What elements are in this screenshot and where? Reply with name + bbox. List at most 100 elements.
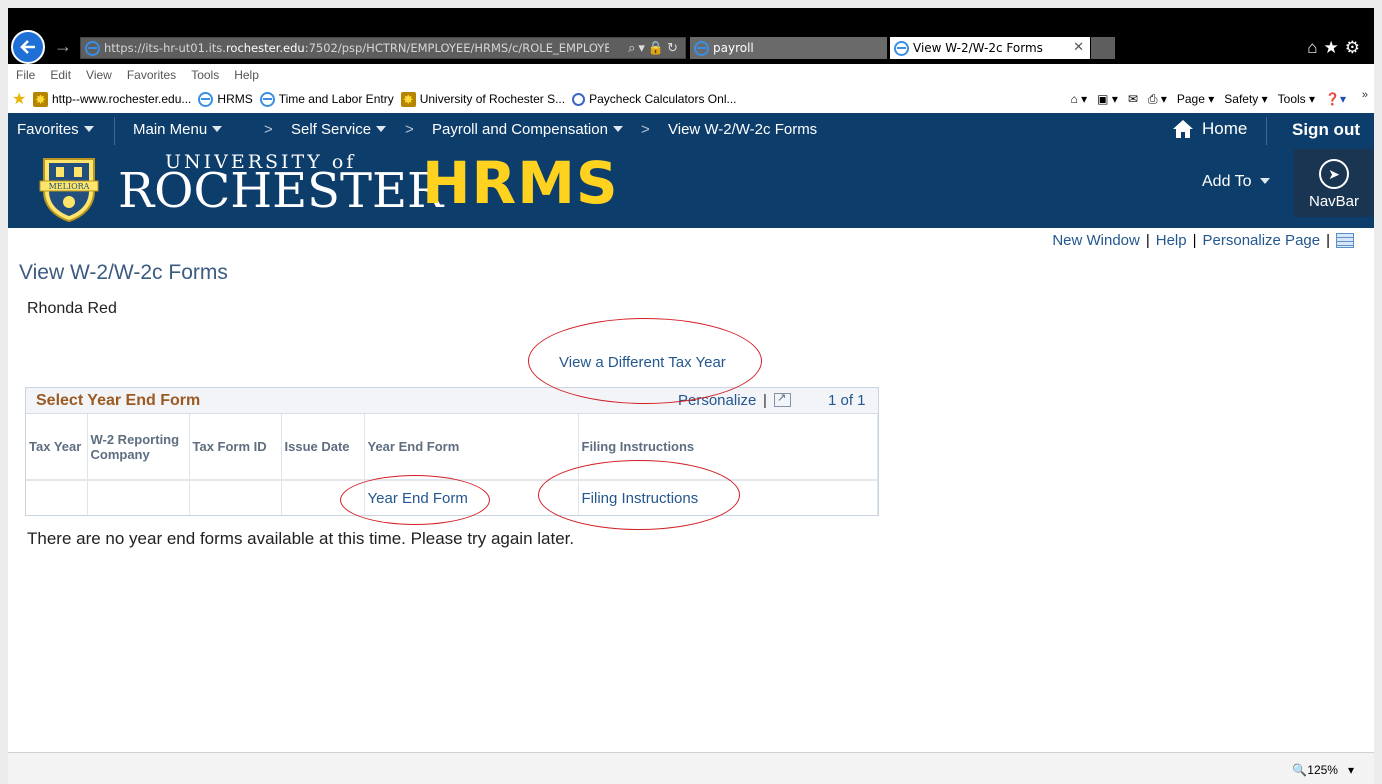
gear-icon[interactable]: ⚙ xyxy=(1345,38,1366,57)
page-menu[interactable]: Page ▾ xyxy=(1177,92,1214,106)
grid-header: Select Year End Form Personalize | 1 of … xyxy=(26,388,878,414)
favorite-link-paycheck[interactable]: Paycheck Calculators Onl... xyxy=(572,92,737,106)
chevron-down-icon xyxy=(212,126,223,132)
sun-icon xyxy=(400,91,416,107)
divider xyxy=(114,117,115,145)
annotation-circle xyxy=(538,460,740,530)
rochester-wordmark: ROCHESTER xyxy=(118,163,444,219)
favorite-link-rochester[interactable]: http--www.rochester.edu... xyxy=(33,91,191,107)
chevron-down-icon xyxy=(612,126,623,132)
nav-current-page[interactable]: View W-2/W-2c Forms xyxy=(668,121,817,138)
favorites-bar: ★ http--www.rochester.edu... HRMS Time a… xyxy=(8,87,1374,111)
ie-icon xyxy=(694,40,709,56)
university-seal-logo: MELIORA xyxy=(39,158,99,223)
column-header-tax-year: Tax Year xyxy=(26,414,88,481)
no-forms-message: There are no year end forms available at… xyxy=(27,529,575,548)
address-bar-tools[interactable]: ⌕▾🔒↻ xyxy=(628,40,681,56)
tab-payroll[interactable]: payroll xyxy=(690,37,887,59)
home-icon xyxy=(1173,120,1193,138)
ps-navigation-bar: Favorites Main Menu > Self Service > Pay… xyxy=(8,113,1374,147)
table-header-row: Tax Year W-2 Reporting Company Tax Form … xyxy=(26,414,878,481)
back-arrow-icon xyxy=(20,40,35,54)
browser-status-bar: 🔍125% ▾ xyxy=(8,752,1374,784)
annotation-circle xyxy=(528,318,762,404)
annotation-circle xyxy=(340,475,490,525)
column-header-year-end-form: Year End Form xyxy=(364,414,579,481)
browser-toolbar-icons: ⌂★⚙ xyxy=(1307,38,1366,58)
chevron-more-icon[interactable]: » xyxy=(1362,89,1368,101)
globe-icon xyxy=(572,92,586,106)
new-window-link[interactable]: New Window xyxy=(1052,232,1140,249)
page-layout-icon[interactable] xyxy=(1336,233,1354,248)
home-link[interactable]: Home xyxy=(1172,119,1247,139)
compass-icon: ➤ xyxy=(1319,159,1349,189)
nav-self-service[interactable]: Self Service xyxy=(291,121,387,138)
favorite-link-university[interactable]: University of Rochester S... xyxy=(400,91,565,107)
chevron-down-icon xyxy=(376,126,387,132)
chevron-down-icon xyxy=(83,126,94,132)
browser-menu-bar: File Edit View Favorites Tools Help xyxy=(8,65,1374,85)
forward-button[interactable]: → xyxy=(54,36,72,56)
divider xyxy=(1266,117,1267,145)
hrms-banner: MELIORA UNIVERSITY of ROCHESTER HRMS Add… xyxy=(8,147,1374,228)
link-separator: | xyxy=(1192,232,1197,249)
add-to-menu[interactable]: Add To xyxy=(1202,173,1270,191)
nav-favorites[interactable]: Favorites xyxy=(17,121,94,138)
ie-icon xyxy=(198,91,214,107)
link-separator: | xyxy=(1326,232,1330,249)
safety-menu[interactable]: Safety ▾ xyxy=(1224,92,1267,106)
back-button[interactable] xyxy=(11,30,45,64)
breadcrumb-separator-icon: > xyxy=(641,121,650,138)
browser-window: → https://its-hr-ut01.its.rochester.edu:… xyxy=(8,8,1374,784)
home-icon[interactable]: ⌂ xyxy=(1307,38,1323,57)
grid-title: Select Year End Form xyxy=(36,392,201,409)
navbar-button[interactable]: ➤ NavBar xyxy=(1294,149,1374,217)
menu-help[interactable]: Help xyxy=(234,68,259,82)
grid-zoom-icon[interactable] xyxy=(774,391,791,407)
favorite-link-time-labor[interactable]: Time and Labor Entry xyxy=(259,91,394,107)
close-tab-icon[interactable]: ✕ xyxy=(1073,40,1084,55)
grid-row-count: 1 of 1 xyxy=(828,392,866,409)
menu-file[interactable]: File xyxy=(16,68,35,82)
help-icon[interactable]: ❓▾ xyxy=(1325,92,1346,106)
browser-title-bar: → https://its-hr-ut01.its.rochester.edu:… xyxy=(8,8,1374,64)
menu-favorites[interactable]: Favorites xyxy=(127,68,176,82)
personalize-page-link[interactable]: Personalize Page xyxy=(1203,232,1321,249)
cell-reporting-company xyxy=(87,480,190,515)
help-link[interactable]: Help xyxy=(1156,232,1187,249)
home-icon[interactable]: ⌂ ▾ xyxy=(1071,92,1088,106)
new-tab-button[interactable] xyxy=(1091,37,1115,59)
address-bar[interactable]: https://its-hr-ut01.its.rochester.edu:75… xyxy=(80,37,686,59)
menu-edit[interactable]: Edit xyxy=(50,68,71,82)
cell-tax-year xyxy=(26,480,88,515)
ie-icon xyxy=(259,91,275,107)
sign-out-link[interactable]: Sign out xyxy=(1292,120,1360,140)
page-title: View W-2/W-2c Forms xyxy=(19,261,228,284)
feeds-icon[interactable]: ▣ ▾ xyxy=(1097,92,1118,106)
cell-tax-form-id xyxy=(189,480,282,515)
hrms-logo-text: HRMS xyxy=(422,149,619,217)
tab-view-w2[interactable]: View W-2/W-2c Forms ✕ xyxy=(890,37,1090,59)
menu-view[interactable]: View xyxy=(86,68,112,82)
zoom-icon: 🔍 xyxy=(1292,763,1308,777)
menu-tools[interactable]: Tools xyxy=(191,68,219,82)
link-separator: | xyxy=(763,392,767,409)
employee-name: Rhonda Red xyxy=(27,300,117,317)
favorite-link-hrms[interactable]: HRMS xyxy=(198,91,253,107)
tools-menu[interactable]: Tools ▾ xyxy=(1278,92,1315,106)
print-icon[interactable]: ⎙ ▾ xyxy=(1148,92,1167,107)
zoom-control[interactable]: 🔍125% ▾ xyxy=(1292,763,1354,777)
breadcrumb-separator-icon: > xyxy=(264,121,273,138)
ie-icon xyxy=(85,40,100,56)
breadcrumb-separator-icon: > xyxy=(405,121,414,138)
nav-payroll-compensation[interactable]: Payroll and Compensation xyxy=(432,121,623,138)
chevron-down-icon xyxy=(1259,178,1270,184)
nav-main-menu[interactable]: Main Menu xyxy=(133,121,223,138)
svg-text:MELIORA: MELIORA xyxy=(49,182,90,191)
add-favorite-star-icon[interactable]: ★ xyxy=(12,91,27,107)
column-header-issue-date: Issue Date xyxy=(281,414,365,481)
mail-icon[interactable]: ✉ xyxy=(1128,92,1138,106)
column-header-tax-form-id: Tax Form ID xyxy=(189,414,282,481)
page-top-links: New Window | Help | Personalize Page | xyxy=(1052,232,1354,249)
star-icon[interactable]: ★ xyxy=(1324,38,1345,57)
